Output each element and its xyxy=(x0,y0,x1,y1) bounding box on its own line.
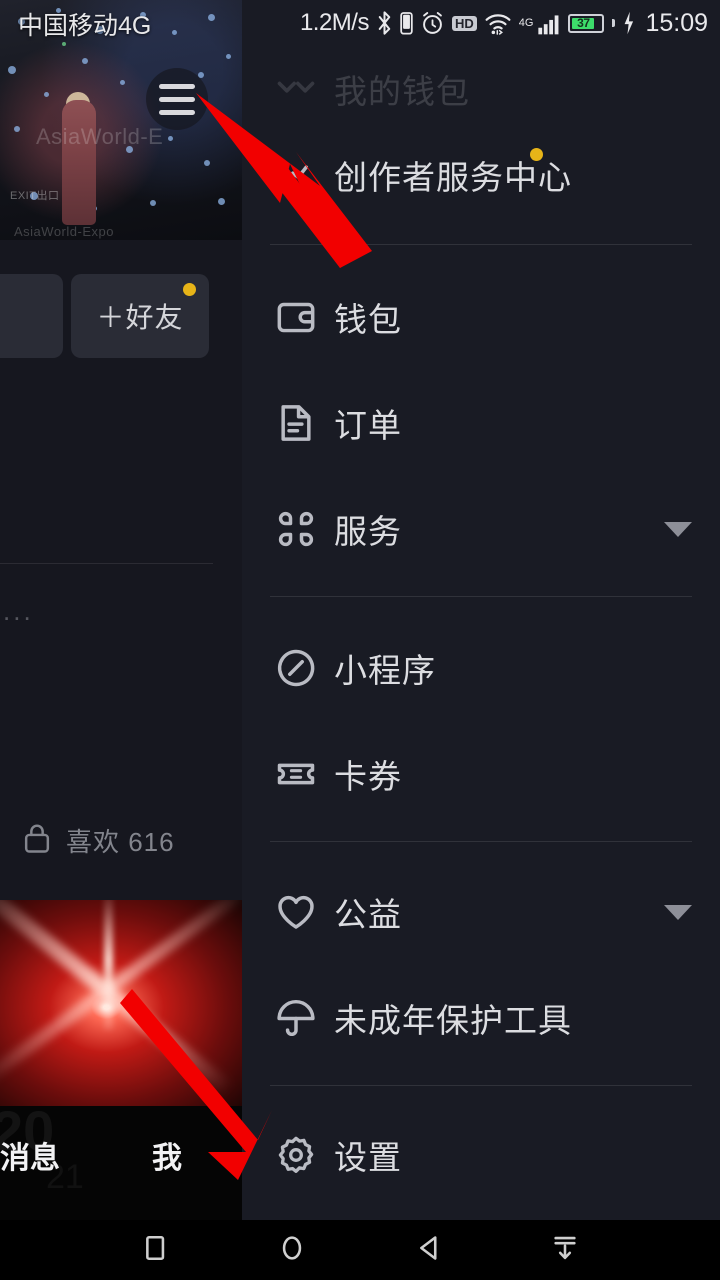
video-watermark-bottom: AsiaWorld-Expo xyxy=(14,224,114,239)
battery-cap xyxy=(612,19,616,27)
status-bar: 中国移动4G 1.2M/s HD 4G 37 15:09 xyxy=(0,0,720,46)
add-friend-badge-dot xyxy=(183,283,196,296)
mini-program-icon xyxy=(270,642,322,694)
triangle-back-icon xyxy=(412,1231,446,1270)
drawer-item-minor-protection[interactable]: 未成年保护工具 xyxy=(242,975,720,1061)
coupon-ticket-icon xyxy=(270,748,322,800)
drawer-divider-4 xyxy=(270,1085,692,1086)
left-section-divider xyxy=(0,563,213,564)
drawer-divider-2 xyxy=(270,596,692,597)
chevron-down-icon-charity[interactable] xyxy=(664,904,692,920)
wifi-icon xyxy=(484,10,512,36)
likes-label: 喜欢 616 xyxy=(66,826,175,857)
drawer-item-orders-label: 订单 xyxy=(334,407,402,444)
lock-icon xyxy=(22,822,52,859)
drawer-item-partial-top[interactable]: 我的钱包 xyxy=(242,46,720,132)
drawer-item-coupons[interactable]: 卡券 xyxy=(242,731,720,817)
drawer-item-charity-label: 公益 xyxy=(334,896,402,933)
add-friend-label: ＋好友 xyxy=(96,302,184,333)
add-friend-button[interactable]: ＋好友 xyxy=(71,274,209,358)
status-right-cluster: 1.2M/s HD 4G 37 15:09 xyxy=(300,4,708,42)
wallet-icon xyxy=(270,291,322,343)
video-thumbnail-red-lights[interactable] xyxy=(0,900,242,1106)
battery-percent-label: 37 xyxy=(572,17,595,29)
status-carrier-label: 中国移动4G xyxy=(18,12,152,40)
left-ellipsis-label: ... xyxy=(3,596,34,626)
performer-figure xyxy=(62,100,96,225)
drawer-item-orders[interactable]: 订单 xyxy=(242,380,720,466)
drawer-item-charity[interactable]: 公益 xyxy=(242,869,720,955)
status-clock: 15:09 xyxy=(645,8,708,37)
hamburger-line-2 xyxy=(159,96,195,102)
status-network-speed: 1.2M/s xyxy=(299,9,370,36)
bluetooth-device-battery-icon xyxy=(400,10,413,36)
hamburger-line-3 xyxy=(159,109,195,115)
drawer-item-wallet[interactable]: 钱包 xyxy=(242,274,720,360)
nav-recents-button[interactable] xyxy=(120,1220,190,1280)
charging-bolt-icon xyxy=(622,10,635,36)
square-icon xyxy=(138,1231,172,1270)
drawer-divider-1 xyxy=(270,244,692,245)
drawer-item-services-label: 服务 xyxy=(334,513,402,550)
video-watermark-main: AsiaWorld-E xyxy=(36,124,164,149)
circle-icon xyxy=(275,1231,309,1270)
battery-icon: 37 xyxy=(568,13,605,33)
nav-hide-button[interactable] xyxy=(530,1220,600,1280)
drawer-item-settings[interactable]: 设置 xyxy=(242,1112,720,1198)
drawer-item-services[interactable]: 服务 xyxy=(242,486,720,572)
tab-messages[interactable]: 消息 xyxy=(0,1133,60,1177)
nav-home-button[interactable] xyxy=(257,1220,327,1280)
hamburger-menu-button[interactable] xyxy=(146,68,208,130)
android-nav-bar xyxy=(0,1220,720,1280)
nav-back-button[interactable] xyxy=(394,1220,464,1280)
quick-action-tiles: ＋好友 xyxy=(0,274,242,358)
alarm-icon xyxy=(420,10,445,36)
light-beam-3 xyxy=(104,900,113,1030)
background-app-pane: AsiaWorld-E EXIT出口 AsiaWorld-Expo ＋好友 ..… xyxy=(0,0,242,1280)
likes-row[interactable]: 喜欢 616 xyxy=(0,812,242,868)
grid-apps-icon xyxy=(270,503,322,555)
heart-icon xyxy=(270,886,322,938)
hd-icon: HD xyxy=(451,15,477,31)
drawer-item-minor-protection-label: 未成年保护工具 xyxy=(334,1002,572,1039)
signal-bars-icon xyxy=(537,10,561,36)
umbrella-icon xyxy=(270,992,322,1044)
drawer-divider-3 xyxy=(270,841,692,842)
side-drawer-menu: 我的钱包 创作者服务中心 钱包 订单 服务 小程序 卡券 公益 未成年保护工具 … xyxy=(242,0,720,1220)
drawer-item-settings-label: 设置 xyxy=(334,1139,402,1176)
bottom-tab-bar: 消息 我 xyxy=(0,1126,242,1184)
drawer-item-creator-center[interactable]: 创作者服务中心 xyxy=(242,132,720,218)
drawer-item-mini-programs-label: 小程序 xyxy=(334,652,436,689)
drawer-item-coupons-label: 卡券 xyxy=(334,758,402,795)
mobile-network-label: 4G xyxy=(518,17,534,29)
creator-center-badge-dot xyxy=(530,148,543,161)
drawer-item-partial-top-label: 我的钱包 xyxy=(334,73,470,110)
drawer-item-mini-programs[interactable]: 小程序 xyxy=(242,625,720,711)
quick-tile-partial[interactable] xyxy=(0,274,63,358)
phone-screen: AsiaWorld-E EXIT出口 AsiaWorld-Expo ＋好友 ..… xyxy=(0,0,720,1280)
double-chevron-icon xyxy=(270,63,322,115)
hamburger-line-1 xyxy=(159,83,195,89)
video-watermark-exit: EXIT出口 xyxy=(10,190,60,202)
chevron-down-icon-services[interactable] xyxy=(664,521,692,537)
bluetooth-icon xyxy=(376,10,393,36)
tab-me[interactable]: 我 xyxy=(152,1133,182,1177)
drawer-item-wallet-label: 钱包 xyxy=(334,301,402,338)
order-document-icon xyxy=(270,397,322,449)
hide-navbar-icon xyxy=(548,1231,582,1270)
chart-line-icon xyxy=(270,149,322,201)
gear-icon xyxy=(270,1129,322,1181)
